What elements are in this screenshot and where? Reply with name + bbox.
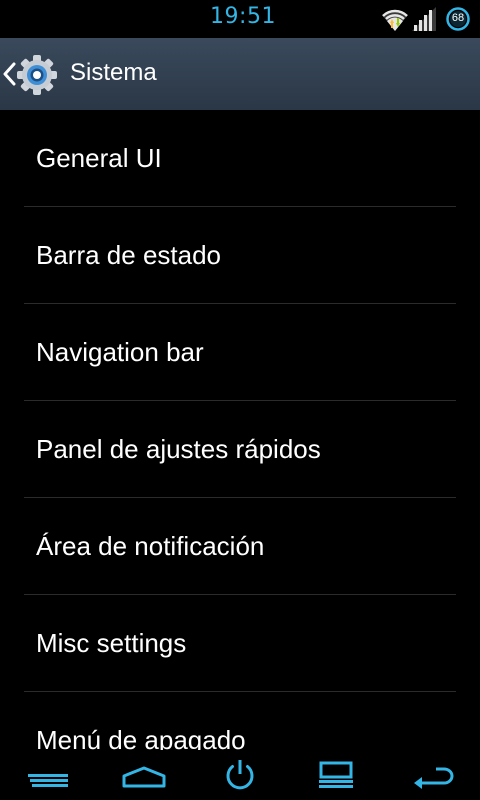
list-item-label: Menú de apagado	[36, 725, 246, 750]
wifi-icon	[380, 5, 410, 33]
list-item-label: Misc settings	[36, 628, 187, 658]
back-icon	[414, 767, 454, 789]
list-item-panel-ajustes-rapidos[interactable]: Panel de ajustes rápidos	[0, 401, 480, 497]
list-item-menu-de-apagado[interactable]: Menú de apagado	[0, 692, 480, 750]
power-button[interactable]	[216, 758, 264, 792]
menu-icon	[28, 774, 68, 787]
back-button[interactable]	[410, 758, 458, 792]
list-item-general-ui[interactable]: General UI	[0, 110, 480, 206]
up-navigation-button[interactable]	[0, 38, 64, 110]
status-bar: 19:51 68	[0, 0, 480, 38]
list-item-misc-settings[interactable]: Misc settings	[0, 595, 480, 691]
settings-list: General UI Barra de estado Navigation ba…	[0, 110, 480, 750]
home-icon	[122, 766, 166, 788]
signal-icon	[410, 5, 438, 33]
home-button[interactable]	[120, 758, 168, 792]
list-item-label: Navigation bar	[36, 337, 204, 367]
list-item-label: Área de notificación	[36, 531, 265, 561]
navigation-bar	[0, 750, 480, 800]
page-title: Sistema	[70, 59, 157, 86]
list-item-area-de-notificacion[interactable]: Área de notificación	[0, 498, 480, 594]
list-item-label: General UI	[36, 143, 162, 173]
back-chevron-icon	[2, 62, 16, 86]
list-item-navigation-bar[interactable]: Navigation bar	[0, 304, 480, 400]
menu-button[interactable]	[24, 758, 72, 792]
recent-apps-icon	[319, 761, 353, 788]
recent-apps-button[interactable]	[312, 758, 360, 792]
action-bar: Sistema	[0, 38, 480, 110]
list-item-barra-de-estado[interactable]: Barra de estado	[0, 207, 480, 303]
battery-icon: 68	[446, 7, 470, 31]
gear-icon	[16, 54, 58, 96]
power-icon	[226, 760, 254, 790]
battery-level: 68	[451, 12, 465, 24]
list-item-label: Panel de ajustes rápidos	[36, 434, 321, 464]
list-item-label: Barra de estado	[36, 240, 222, 270]
